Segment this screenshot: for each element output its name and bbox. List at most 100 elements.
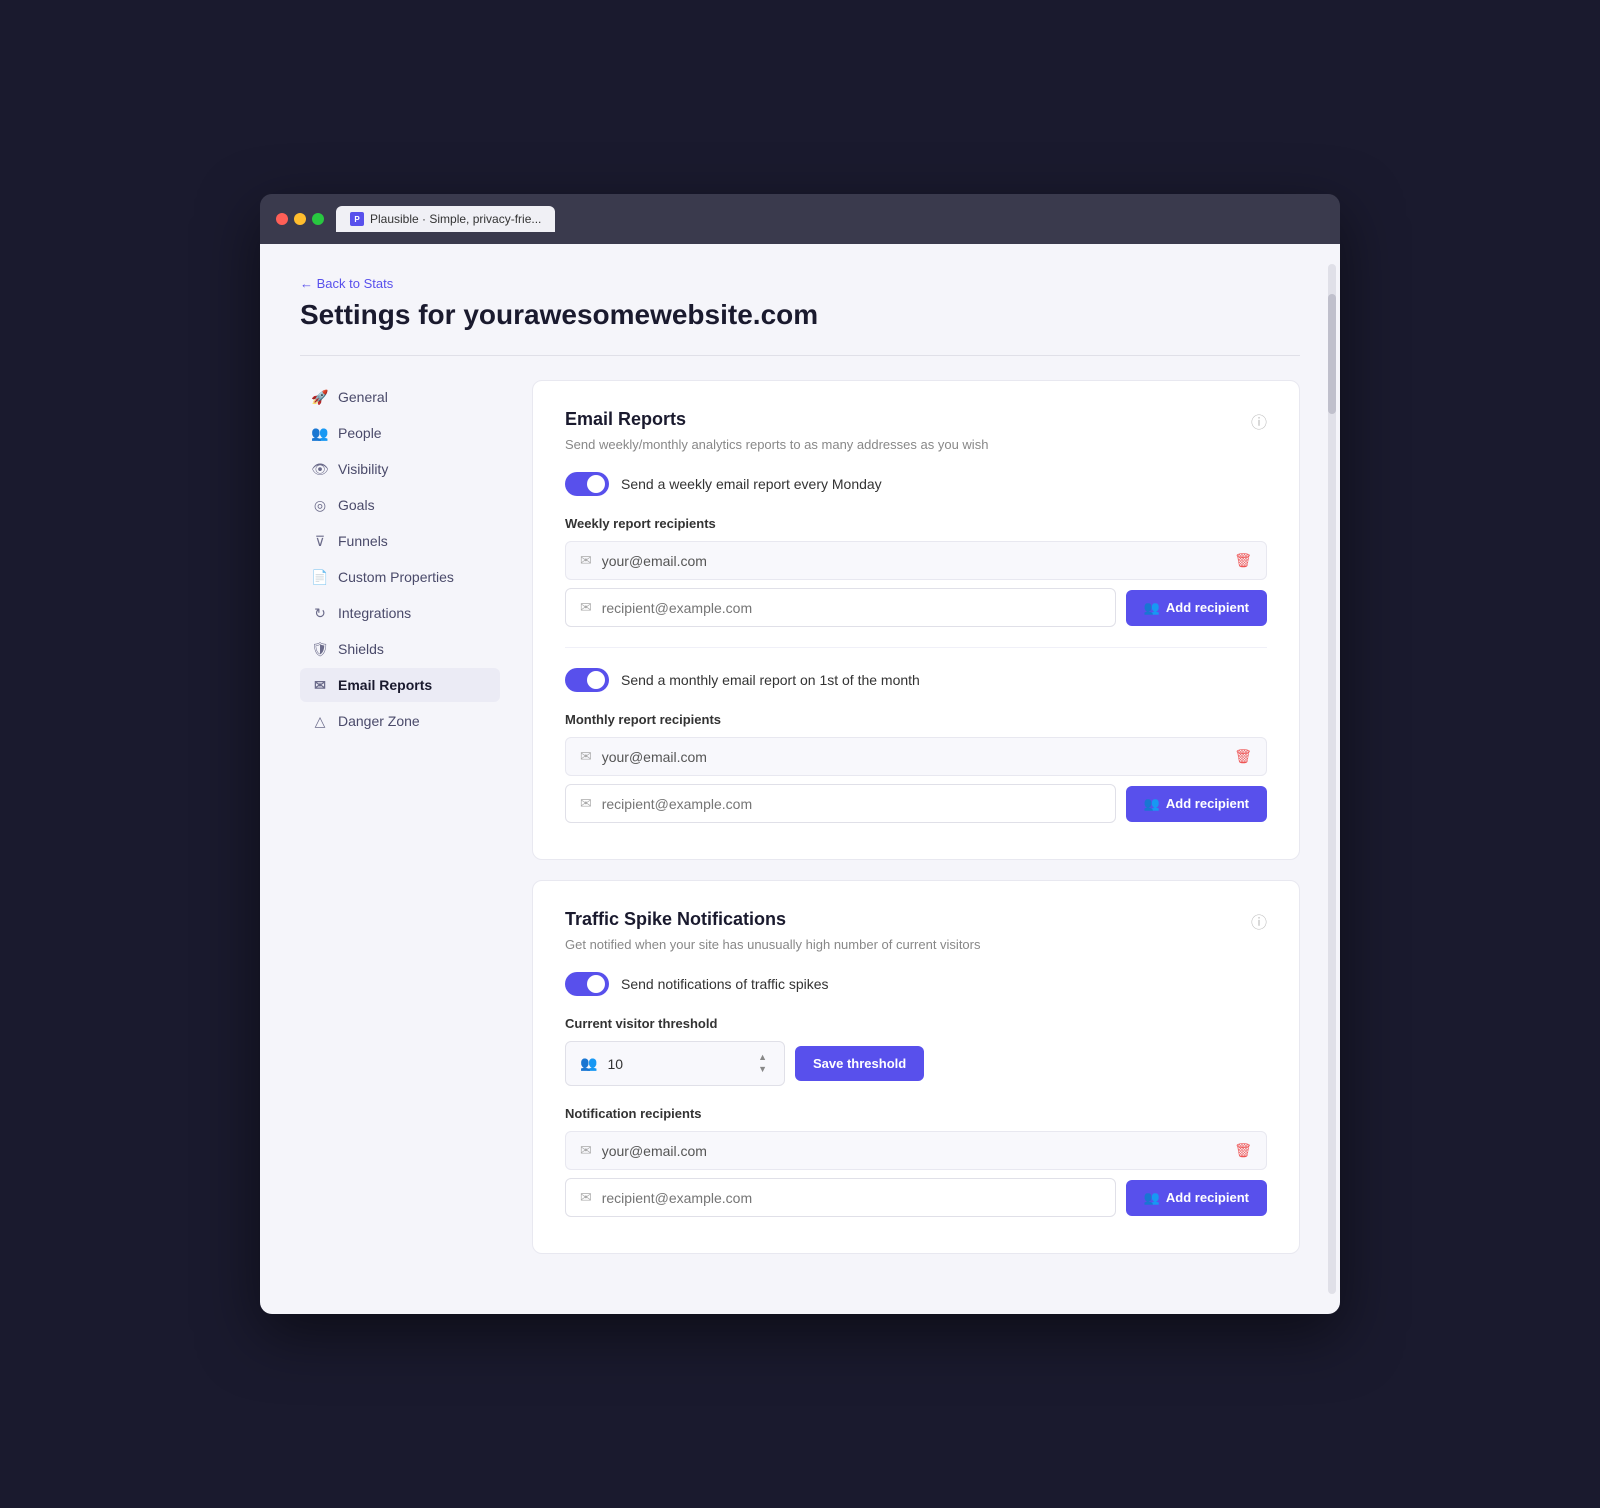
close-button[interactable] (276, 213, 288, 225)
weekly-add-btn-label: Add recipient (1166, 600, 1249, 615)
spike-toggle-row: Send notifications of traffic spikes (565, 972, 1267, 996)
threshold-section-label: Current visitor threshold (565, 1016, 1267, 1031)
main-layout: 🚀 General 👥 People 👁 Visibility ◎ Goals … (300, 380, 1300, 1274)
weekly-add-recipient-button[interactable]: 👥 Add recipient (1126, 590, 1267, 626)
monthly-add-input[interactable] (602, 796, 1101, 812)
monthly-add-row: ✉ 👥 Add recipient (565, 784, 1267, 823)
sidebar-item-custom-properties[interactable]: 📄 Custom Properties (300, 560, 500, 594)
weekly-section-label: Weekly report recipients (565, 516, 1267, 531)
sidebar-label-people: People (338, 425, 382, 441)
threshold-input[interactable] (607, 1056, 749, 1072)
browser-content: ← Back to Stats Settings for yourawesome… (260, 244, 1340, 1314)
notification-recipient-email-icon: ✉ (580, 1142, 592, 1159)
monthly-toggle[interactable] (565, 668, 609, 692)
sidebar-item-goals[interactable]: ◎ Goals (300, 488, 500, 522)
tab-favicon: P (350, 212, 364, 226)
email-reports-info-icon[interactable]: ⓘ (1251, 409, 1267, 433)
weekly-recipient-delete-icon[interactable]: 🗑 (1234, 552, 1252, 569)
back-to-stats-link[interactable]: ← Back to Stats (300, 276, 1300, 291)
sidebar-item-general[interactable]: 🚀 General (300, 380, 500, 414)
sidebar-item-email-reports[interactable]: ✉ Email Reports (300, 668, 500, 702)
weekly-toggle-label: Send a weekly email report every Monday (621, 476, 882, 492)
monthly-add-people-icon: 👥 (1144, 796, 1160, 812)
notification-recipients-label: Notification recipients (565, 1106, 1267, 1121)
main-content: Email Reports ⓘ Send weekly/monthly anal… (532, 380, 1300, 1274)
page-divider (300, 355, 1300, 356)
weekly-toggle-row: Send a weekly email report every Monday (565, 472, 1267, 496)
integrations-icon: ↻ (312, 605, 328, 621)
weekly-recipient-row: ✉ your@email.com 🗑 (565, 541, 1267, 580)
traffic-spike-header: Traffic Spike Notifications ⓘ (565, 909, 1267, 933)
sidebar-item-integrations[interactable]: ↻ Integrations (300, 596, 500, 630)
email-reports-header: Email Reports ⓘ (565, 409, 1267, 433)
monthly-add-btn-label: Add recipient (1166, 796, 1249, 811)
add-people-icon: 👥 (1144, 600, 1160, 616)
monthly-toggle-row: Send a monthly email report on 1st of th… (565, 668, 1267, 692)
envelope-icon: ✉ (312, 677, 328, 693)
notification-add-row: ✉ 👥 Add recipient (565, 1178, 1267, 1217)
sidebar-item-danger-zone[interactable]: △ Danger Zone (300, 704, 500, 738)
threshold-people-icon: 👥 (580, 1055, 597, 1072)
sidebar-label-visibility: Visibility (338, 461, 388, 477)
browser-window: P Plausible · Simple, privacy-frie... ← … (260, 194, 1340, 1314)
sidebar-label-danger-zone: Danger Zone (338, 713, 420, 729)
email-reports-subtitle: Send weekly/monthly analytics reports to… (565, 437, 1267, 452)
monthly-recipient-row: ✉ your@email.com 🗑 (565, 737, 1267, 776)
shield-icon: 🛡 (312, 641, 328, 657)
notification-add-email-icon: ✉ (580, 1189, 592, 1206)
monthly-recipient-delete-icon[interactable]: 🗑 (1234, 748, 1252, 765)
traffic-spike-title: Traffic Spike Notifications (565, 909, 786, 930)
threshold-increment-button[interactable]: ▲ (755, 1052, 770, 1063)
spike-toggle-label: Send notifications of traffic spikes (621, 976, 829, 992)
notification-recipient-row: ✉ your@email.com 🗑 (565, 1131, 1267, 1170)
notification-add-btn-label: Add recipient (1166, 1190, 1249, 1205)
sidebar-item-shields[interactable]: 🛡 Shields (300, 632, 500, 666)
rocket-icon: 🚀 (312, 389, 328, 405)
sidebar-label-goals: Goals (338, 497, 375, 513)
browser-tab[interactable]: P Plausible · Simple, privacy-frie... (336, 206, 555, 232)
browser-titlebar: P Plausible · Simple, privacy-frie... (260, 194, 1340, 244)
sidebar-label-shields: Shields (338, 641, 384, 657)
threshold-input-wrap: 👥 ▲ ▼ (565, 1041, 785, 1086)
sidebar-label-funnels: Funnels (338, 533, 388, 549)
sidebar-item-visibility[interactable]: 👁 Visibility (300, 452, 500, 486)
threshold-row: 👥 ▲ ▼ Save threshold (565, 1041, 1267, 1086)
danger-icon: △ (312, 713, 328, 729)
maximize-button[interactable] (312, 213, 324, 225)
traffic-spike-card: Traffic Spike Notifications ⓘ Get notifi… (532, 880, 1300, 1254)
monthly-add-recipient-button[interactable]: 👥 Add recipient (1126, 786, 1267, 822)
sidebar: 🚀 General 👥 People 👁 Visibility ◎ Goals … (300, 380, 500, 1274)
monthly-add-input-wrap: ✉ (565, 784, 1116, 823)
minimize-button[interactable] (294, 213, 306, 225)
sidebar-item-people[interactable]: 👥 People (300, 416, 500, 450)
weekly-toggle[interactable] (565, 472, 609, 496)
sidebar-item-funnels[interactable]: ⊽ Funnels (300, 524, 500, 558)
save-threshold-label: Save threshold (813, 1056, 906, 1071)
sidebar-label-custom-properties: Custom Properties (338, 569, 454, 585)
weekly-recipient-email: your@email.com (602, 553, 1234, 569)
scrollbar-thumb[interactable] (1328, 294, 1336, 414)
email-reports-title: Email Reports (565, 409, 686, 430)
threshold-decrement-button[interactable]: ▼ (755, 1064, 770, 1075)
weekly-monthly-divider (565, 647, 1267, 648)
funnel-icon: ⊽ (312, 533, 328, 549)
target-icon: ◎ (312, 497, 328, 513)
weekly-add-row: ✉ 👥 Add recipient (565, 588, 1267, 627)
page-title: Settings for yourawesomewebsite.com (300, 299, 1300, 331)
notification-add-input[interactable] (602, 1190, 1101, 1206)
notification-add-people-icon: 👥 (1144, 1190, 1160, 1206)
weekly-recipient-email-icon: ✉ (580, 552, 592, 569)
traffic-spike-info-icon[interactable]: ⓘ (1251, 909, 1267, 933)
monthly-section-label: Monthly report recipients (565, 712, 1267, 727)
notification-recipient-delete-icon[interactable]: 🗑 (1234, 1142, 1252, 1159)
weekly-add-email-icon: ✉ (580, 599, 592, 616)
weekly-add-input[interactable] (602, 600, 1101, 616)
scrollbar[interactable] (1328, 264, 1336, 1294)
sidebar-label-integrations: Integrations (338, 605, 411, 621)
notification-add-input-wrap: ✉ (565, 1178, 1116, 1217)
save-threshold-button[interactable]: Save threshold (795, 1046, 924, 1081)
sidebar-label-email-reports: Email Reports (338, 677, 432, 693)
notification-add-recipient-button[interactable]: 👥 Add recipient (1126, 1180, 1267, 1216)
spike-toggle[interactable] (565, 972, 609, 996)
tab-label: Plausible · Simple, privacy-frie... (370, 212, 541, 226)
